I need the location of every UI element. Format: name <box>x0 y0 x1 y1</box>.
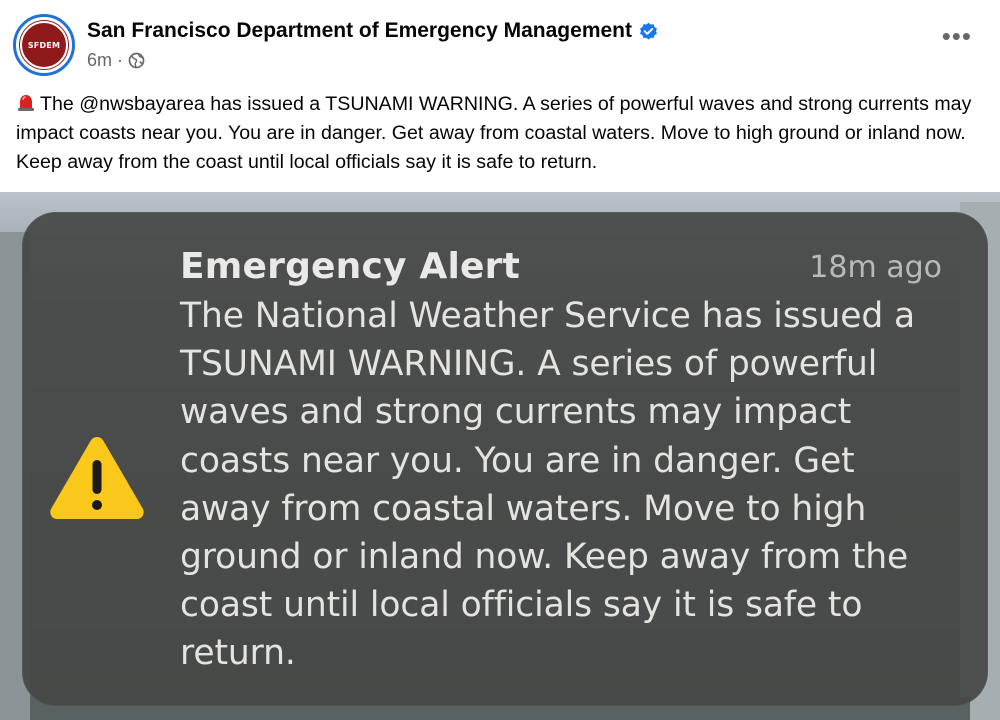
globe-icon <box>128 52 145 69</box>
warning-triangle-icon <box>50 437 144 519</box>
post-header: SFDEM San Francisco Department of Emerge… <box>0 0 1000 90</box>
more-options-button[interactable]: ••• <box>942 23 972 49</box>
avatar-logo-text: SFDEM <box>27 40 61 50</box>
page-avatar[interactable]: SFDEM <box>13 14 75 76</box>
alert-time: 18m ago <box>809 250 942 285</box>
post-timestamp[interactable]: 6m <box>87 50 112 71</box>
page-name[interactable]: San Francisco Department of Emergency Ma… <box>87 19 658 43</box>
alert-title: Emergency Alert <box>180 246 521 287</box>
verified-badge-icon <box>640 22 657 39</box>
meta-separator: · <box>117 50 124 70</box>
alert-body: The National Weather Service has issued … <box>180 296 916 674</box>
avatar-logo: SFDEM <box>20 21 68 69</box>
page-name-text[interactable]: San Francisco Department of Emergency Ma… <box>87 19 632 43</box>
post-body-text: The @nwsbayarea has issued a TSUNAMI WAR… <box>16 93 972 173</box>
alert-screenshot-photo: Emergency Alert 18m ago The National Wea… <box>0 192 1000 720</box>
emergency-alert-notification: Emergency Alert 18m ago The National Wea… <box>22 212 988 706</box>
post-meta: 6m · <box>87 50 145 71</box>
post-text: The @nwsbayarea has issued a TSUNAMI WAR… <box>16 90 988 177</box>
police-light-icon <box>18 95 34 111</box>
